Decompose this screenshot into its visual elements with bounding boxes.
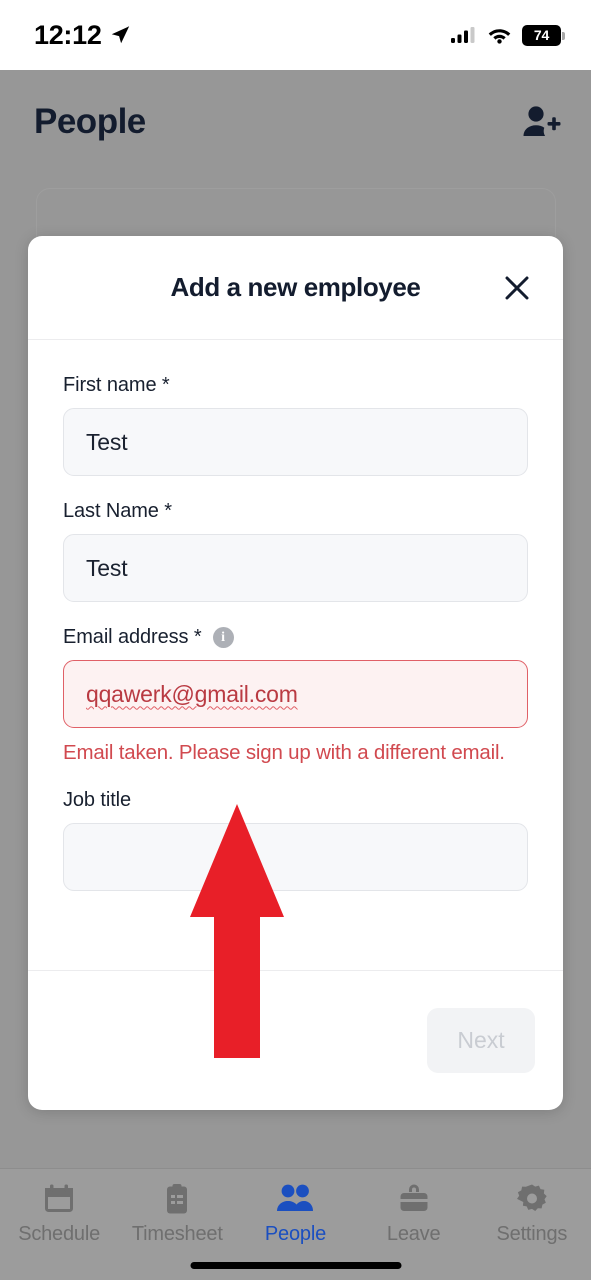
first-name-input[interactable]: Test [63,408,528,476]
gear-icon [516,1184,547,1211]
field-job-title: Job title [63,789,528,891]
page-title: People [34,102,146,141]
nav-label-people: People [264,1223,326,1245]
job-title-input[interactable] [63,823,528,891]
nav-item-timesheet[interactable]: Timesheet [122,1182,232,1246]
people-icon [277,1184,314,1211]
add-employee-modal: Add a new employee First name * Test Las… [28,236,563,1110]
email-error-message: Email taken. Please sign up with a diffe… [63,741,505,764]
next-button[interactable]: Next [427,1008,535,1073]
info-circle-icon[interactable]: i [212,627,234,648]
field-email-address: Email address * i qqawerk@gmail.com Emai… [63,626,528,765]
nav-label-timesheet: Timesheet [131,1223,223,1245]
last-name-value: Test [86,554,128,581]
status-bar: 12:12 74 [0,0,591,70]
modal-body: First name * Test Last Name * Test Email… [28,340,563,891]
close-button[interactable] [497,268,537,308]
location-arrow-icon [111,26,129,44]
nav-label-schedule: Schedule [18,1223,100,1245]
bottom-navigation-bar: Schedule Timesheet People Leave Settings [0,1168,591,1280]
last-name-label: Last Name * [63,500,172,522]
close-x-icon [505,276,529,299]
briefcase-icon [400,1184,428,1211]
battery-level-text: 74 [533,27,550,43]
nav-item-leave[interactable]: Leave [359,1182,469,1246]
first-name-label: First name * [63,374,170,396]
field-last-name: Last Name * Test [63,500,528,602]
phone-screen: 12:12 74 People Add a new employee First… [0,0,591,1280]
cellular-bars-icon [451,27,475,43]
calendar-icon [45,1184,74,1212]
last-name-input[interactable]: Test [63,534,528,602]
email-label-row: Email address * i [63,626,528,649]
status-time: 12:12 [34,19,102,50]
battery-nub [562,31,565,40]
clipboard-icon [167,1184,188,1214]
home-indicator [190,1262,401,1269]
modal-title: Add a new employee [170,272,421,302]
nav-item-settings[interactable]: Settings [477,1182,587,1246]
email-label: Email address * [63,626,202,648]
status-bar-right: 74 [451,24,565,46]
app-header: People [0,90,591,154]
first-name-value: Test [86,428,128,455]
modal-footer: Next [28,970,563,1110]
add-person-icon[interactable] [521,103,561,141]
nav-label-leave: Leave [386,1223,441,1245]
email-input[interactable]: qqawerk@gmail.com [63,660,528,728]
status-bar-left: 12:12 [34,20,131,51]
modal-header: Add a new employee [28,236,563,340]
nav-item-schedule[interactable]: Schedule [4,1182,114,1246]
email-value: qqawerk@gmail.com [86,680,298,707]
nav-label-settings: Settings [496,1223,568,1245]
field-first-name: First name * Test [63,374,528,476]
nav-item-people[interactable]: People [240,1182,350,1246]
battery-indicator: 74 [522,24,565,46]
wifi-icon [488,29,511,44]
job-title-label: Job title [63,789,132,811]
